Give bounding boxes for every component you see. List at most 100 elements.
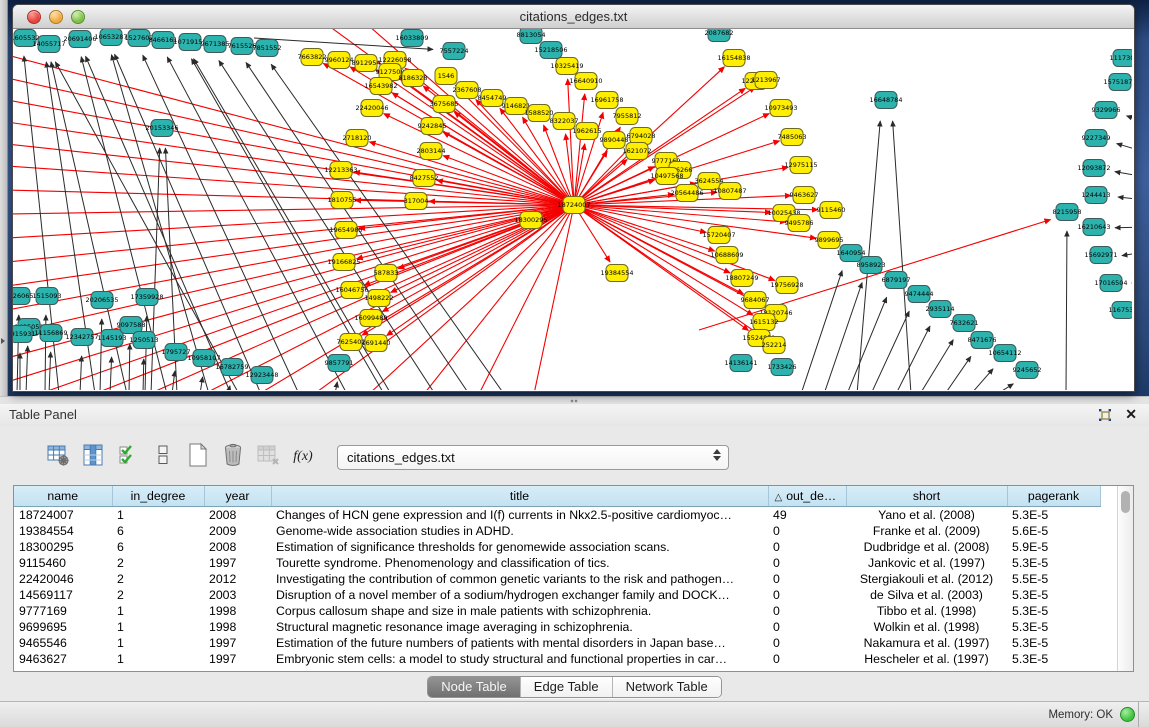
graph-node[interactable]: 1621072 bbox=[623, 143, 652, 160]
graph-node[interactable]: 7557224 bbox=[440, 43, 469, 60]
table-selector-dropdown[interactable]: citations_edges.txt bbox=[337, 445, 729, 470]
graph-node[interactable]: 9684067 bbox=[741, 292, 770, 309]
scrollbar-thumb[interactable] bbox=[1121, 491, 1130, 513]
cell-short[interactable]: Wolkin et al. (1998) bbox=[846, 619, 1007, 635]
cell-out_degree[interactable]: 0 bbox=[768, 539, 846, 555]
column-header-name[interactable]: name bbox=[14, 486, 112, 506]
close-panel-icon[interactable]: ✕ bbox=[1125, 406, 1137, 422]
delete-column-button[interactable] bbox=[220, 444, 246, 470]
cell-short[interactable]: de Silva et al. (2003) bbox=[846, 587, 1007, 603]
cell-short[interactable]: Franke et al. (2009) bbox=[846, 523, 1007, 539]
table-row[interactable]: 2242004622012Investigating the contribut… bbox=[14, 571, 1118, 587]
cell-title[interactable]: Investigating the contribution of common… bbox=[271, 571, 768, 587]
graph-node[interactable]: 1167533 bbox=[1109, 302, 1132, 319]
cell-year[interactable]: 2003 bbox=[204, 587, 271, 603]
cell-out_degree[interactable]: 0 bbox=[768, 651, 846, 667]
cell-name[interactable]: 9777169 bbox=[14, 603, 112, 619]
graph-node[interactable]: 1962615 bbox=[573, 123, 602, 140]
graph-node[interactable]: 10688609 bbox=[710, 247, 743, 264]
graph-node[interactable]: 9960124 bbox=[325, 52, 354, 69]
graph-node[interactable]: 2803144 bbox=[417, 143, 446, 160]
column-header-title[interactable]: title bbox=[271, 486, 768, 506]
table-row[interactable]: 1456911722003Disruption of a novel membe… bbox=[14, 587, 1118, 603]
row-height-button[interactable] bbox=[150, 444, 176, 470]
graph-node[interactable]: 17016504 bbox=[1094, 275, 1127, 292]
splitter-collapse-icon[interactable] bbox=[1, 338, 5, 344]
graph-node[interactable]: 317004 bbox=[404, 193, 429, 210]
float-panel-icon[interactable] bbox=[1098, 408, 1113, 422]
graph-node[interactable]: 9890448 bbox=[600, 132, 629, 149]
table-vertical-scrollbar[interactable] bbox=[1117, 486, 1133, 671]
cell-out_degree[interactable]: 0 bbox=[768, 635, 846, 651]
cell-in_degree[interactable]: 1 bbox=[112, 619, 204, 635]
network-window-titlebar[interactable]: citations_edges.txt bbox=[13, 5, 1134, 29]
graph-node[interactable]: 1515093 bbox=[33, 288, 62, 305]
cell-pagerank[interactable]: 5.3E-5 bbox=[1007, 635, 1100, 651]
cell-out_degree[interactable]: 0 bbox=[768, 571, 846, 587]
column-header-short[interactable]: short bbox=[846, 486, 1007, 506]
table-row[interactable]: 946554611997Estimation of the future num… bbox=[14, 635, 1118, 651]
graph-node[interactable]: 1213967 bbox=[752, 72, 781, 89]
graph-node[interactable]: 1615132 bbox=[750, 314, 779, 331]
cell-title[interactable]: Embryonic stem cells: a model to study s… bbox=[271, 651, 768, 667]
table-row[interactable]: 977716911998Corpus callosum shape and si… bbox=[14, 603, 1118, 619]
cell-name[interactable]: 9699695 bbox=[14, 619, 112, 635]
cell-short[interactable]: Stergiakouli et al. (2012) bbox=[846, 571, 1007, 587]
graph-node[interactable]: 15720407 bbox=[702, 227, 735, 244]
cell-pagerank[interactable]: 5.6E-5 bbox=[1007, 523, 1100, 539]
cell-name[interactable]: 9463627 bbox=[14, 651, 112, 667]
graph-node[interactable]: 9899695 bbox=[815, 232, 844, 249]
cell-out_degree[interactable]: 0 bbox=[768, 619, 846, 635]
graph-node[interactable]: 7632621 bbox=[950, 315, 979, 332]
graph-node[interactable]: 9242845 bbox=[418, 118, 447, 135]
cell-in_degree[interactable]: 1 bbox=[112, 635, 204, 651]
graph-node[interactable]: 7485063 bbox=[778, 129, 807, 146]
graph-node[interactable]: 1250513 bbox=[130, 332, 159, 349]
cell-year[interactable]: 1998 bbox=[204, 619, 271, 635]
table-row[interactable]: 969969511998Structural magnetic resonanc… bbox=[14, 619, 1118, 635]
cell-year[interactable]: 1997 bbox=[204, 651, 271, 667]
cell-year[interactable]: 1997 bbox=[204, 555, 271, 571]
cell-out_degree[interactable]: 0 bbox=[768, 555, 846, 571]
table-row[interactable]: 1938455462009Genome-wide association stu… bbox=[14, 523, 1118, 539]
graph-node[interactable]: 1244413 bbox=[1082, 187, 1111, 204]
graph-node[interactable]: 8215958 bbox=[1053, 204, 1082, 221]
graph-node[interactable]: 9097588 bbox=[117, 317, 146, 334]
graph-node[interactable]: 8427552 bbox=[410, 170, 439, 187]
cell-pagerank[interactable]: 5.3E-5 bbox=[1007, 506, 1100, 523]
graph-node[interactable]: 19756928 bbox=[770, 277, 803, 294]
column-header-out_degree[interactable]: △out_de… bbox=[768, 486, 846, 506]
graph-node[interactable]: 14136141 bbox=[724, 355, 757, 372]
cell-title[interactable]: Estimation of the future numbers of pati… bbox=[271, 635, 768, 651]
graph-node[interactable]: 19384554 bbox=[600, 265, 633, 282]
graph-node[interactable]: 9463627 bbox=[790, 187, 819, 204]
graph-node[interactable]: 1546 bbox=[435, 68, 457, 85]
graph-node[interactable]: 2935114 bbox=[926, 301, 955, 318]
cell-short[interactable]: Yano et al. (2008) bbox=[846, 506, 1007, 523]
cell-short[interactable]: Hescheler et al. (1997) bbox=[846, 651, 1007, 667]
column-visibility-button[interactable] bbox=[80, 444, 106, 470]
graph-node[interactable]: 7663822 bbox=[298, 49, 327, 66]
cell-pagerank[interactable]: 5.3E-5 bbox=[1007, 651, 1100, 667]
memory-status-indicator[interactable] bbox=[1120, 707, 1135, 722]
graph-node[interactable]: 1117304 bbox=[1110, 50, 1132, 67]
graph-node[interactable]: 9329966 bbox=[1092, 102, 1121, 119]
graph-node[interactable]: 16640910 bbox=[569, 73, 602, 90]
table-row[interactable]: 1830029562008Estimation of significance … bbox=[14, 539, 1118, 555]
graph-node[interactable]: 8958923 bbox=[857, 257, 886, 274]
graph-node[interactable]: 6879197 bbox=[882, 272, 911, 289]
graph-node[interactable]: 587833 bbox=[374, 265, 399, 282]
cell-pagerank[interactable]: 5.9E-5 bbox=[1007, 539, 1100, 555]
function-builder-button[interactable]: f(x) bbox=[290, 444, 316, 470]
graph-node[interactable]: 12093872 bbox=[1077, 160, 1110, 177]
column-header-year[interactable]: year bbox=[204, 486, 271, 506]
graph-node[interactable]: 16961758 bbox=[590, 92, 623, 109]
graph-node[interactable]: 10654112 bbox=[988, 345, 1021, 362]
cell-title[interactable]: Corpus callosum shape and size in male p… bbox=[271, 603, 768, 619]
cell-in_degree[interactable]: 2 bbox=[112, 587, 204, 603]
cell-pagerank[interactable]: 5.3E-5 bbox=[1007, 587, 1100, 603]
left-splitter-strip[interactable] bbox=[0, 0, 8, 396]
graph-node[interactable]: 20691406 bbox=[63, 31, 96, 48]
cell-out_degree[interactable]: 49 bbox=[768, 506, 846, 523]
cell-name[interactable]: 9115460 bbox=[14, 555, 112, 571]
